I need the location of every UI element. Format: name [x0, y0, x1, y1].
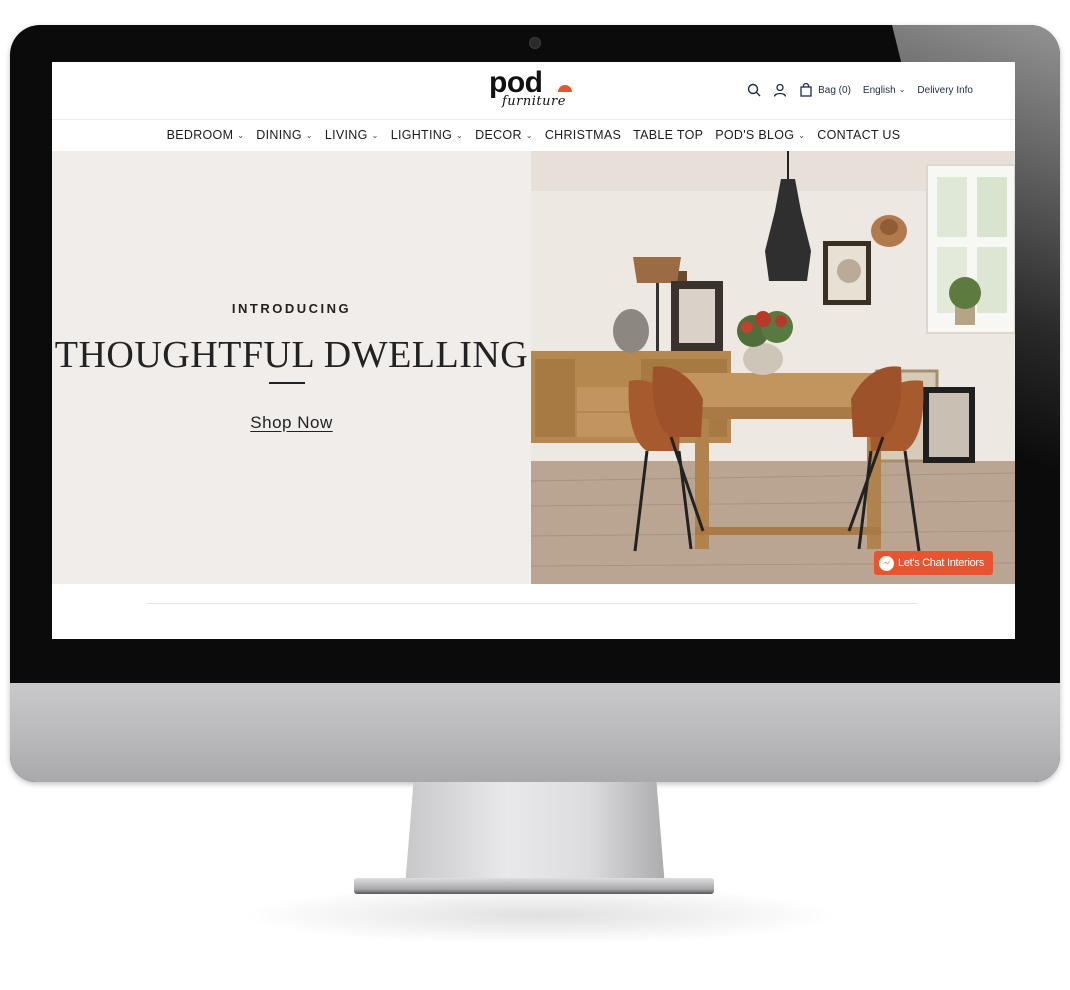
- hero-text-panel: INTRODUCING THOUGHTFUL DWELLING Shop Now: [52, 151, 531, 584]
- chevron-down-icon: ⌄: [305, 130, 313, 140]
- bag-button[interactable]: Bag (0): [799, 82, 851, 97]
- header-utilities: Bag (0) English ⌄ Delivery Info: [747, 80, 973, 100]
- chat-button[interactable]: Let's Chat Interiors: [874, 551, 993, 575]
- chevron-down-icon: ⌄: [237, 130, 245, 140]
- logo-accent-dot: [558, 85, 572, 92]
- nav-item-dining[interactable]: DINING ⌄: [256, 128, 313, 142]
- shopping-bag-icon: [799, 82, 813, 97]
- site-logo[interactable]: pod furniture: [489, 66, 579, 116]
- shop-now-link[interactable]: Shop Now: [250, 413, 332, 432]
- chevron-down-icon: ⌄: [798, 130, 806, 140]
- language-label: English: [862, 84, 896, 96]
- section-divider: [147, 603, 917, 604]
- monitor-stand-base: [354, 878, 714, 894]
- stand-shadow: [240, 885, 840, 945]
- account-icon[interactable]: [773, 83, 787, 97]
- monitor-stand: [405, 782, 665, 882]
- site-header: pod furniture Bag (0) English ⌄ Delivery…: [52, 62, 1015, 120]
- hero-banner: INTRODUCING THOUGHTFUL DWELLING Shop Now: [52, 151, 1015, 584]
- hero-divider: [269, 382, 305, 384]
- chevron-down-icon: ⌄: [898, 84, 906, 94]
- language-selector[interactable]: English ⌄: [863, 85, 906, 96]
- hero-cta-wrap: Shop Now: [52, 413, 531, 433]
- nav-item-christmas[interactable]: CHRISTMAS: [545, 128, 621, 142]
- nav-item-table-top[interactable]: TABLE TOP: [633, 128, 703, 142]
- delivery-info-link[interactable]: Delivery Info: [917, 85, 973, 96]
- chevron-down-icon: ⌄: [525, 130, 533, 140]
- hero-kicker: INTRODUCING: [231, 301, 352, 316]
- nav-item-lighting[interactable]: LIGHTING ⌄: [391, 128, 463, 142]
- nav-item-contact[interactable]: CONTACT US: [817, 128, 900, 142]
- chat-label: Let's Chat Interiors: [898, 557, 984, 569]
- search-icon[interactable]: [747, 83, 761, 97]
- main-navigation: BEDROOM ⌄ DINING ⌄ LIVING ⌄ LIGHTING ⌄ DECOR…: [52, 120, 1015, 150]
- nav-item-living[interactable]: LIVING ⌄: [325, 128, 379, 142]
- logo-subtitle: furniture: [502, 94, 566, 109]
- website-screen: pod furniture Bag (0) English ⌄ Delivery…: [52, 62, 1015, 639]
- messenger-icon: [879, 555, 894, 571]
- bag-label: Bag (0): [818, 84, 851, 96]
- chevron-down-icon: ⌄: [456, 130, 464, 140]
- monitor-chin: [10, 683, 1060, 782]
- chevron-down-icon: ⌄: [371, 130, 379, 140]
- nav-item-bedroom[interactable]: BEDROOM ⌄: [167, 128, 245, 142]
- nav-item-decor[interactable]: DECOR ⌄: [475, 128, 533, 142]
- hero-headline: THOUGHTFUL DWELLING: [54, 334, 529, 376]
- hero-dining-room-image: [530, 151, 1015, 584]
- nav-item-blog[interactable]: POD'S BLOG ⌄: [715, 128, 805, 142]
- camera-icon: [529, 37, 541, 49]
